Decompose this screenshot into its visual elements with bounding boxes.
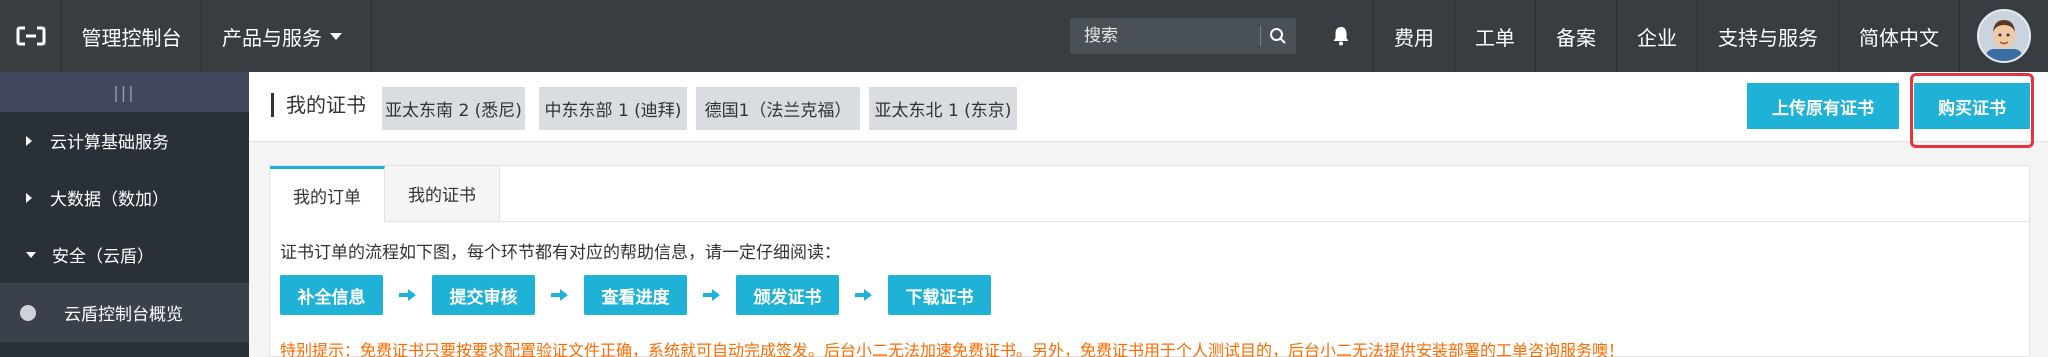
orders-panel: 我的订单 我的证书 证书订单的流程如下图，每个环节都有对应的帮助信息，请一定仔细… <box>269 165 2030 357</box>
page-title: 我的证书 <box>271 93 366 117</box>
nav-icp-filing[interactable]: 备案 <box>1536 0 1617 72</box>
special-notice-text: 特别提示：免费证书只要按要求配置验证文件正确，系统就可自动完成签发。后台小二无法… <box>280 341 1625 357</box>
process-steps: 补全信息 提交审核 查看进度 颁发证书 下载证书 <box>280 275 991 315</box>
sidebar-item-label: 云计算基础服务 <box>50 133 169 153</box>
region-tab-frankfurt[interactable]: 德国1（法兰克福） <box>696 87 860 130</box>
tab-my-orders[interactable]: 我的订单 <box>270 166 385 222</box>
sidebar-collapse-toggle[interactable]: ||| <box>0 72 249 112</box>
nav-tickets[interactable]: 工单 <box>1455 0 1536 72</box>
sidebar: ||| 云计算基础服务 大数据（数加） 安全（云盾） 云盾控制台概览 <box>0 72 249 357</box>
buy-certificate-button[interactable]: 购买证书 <box>1914 83 2030 129</box>
aliyun-logo-icon[interactable] <box>0 0 62 72</box>
caret-right-icon <box>26 192 32 203</box>
step-download-certificate-button[interactable]: 下载证书 <box>888 275 991 315</box>
arrow-right-icon <box>687 289 736 301</box>
tab-my-certificates[interactable]: 我的证书 <box>385 166 500 222</box>
console-link[interactable]: 管理控制台 <box>62 0 202 72</box>
page-header: 我的证书 亚太东南 2 (悉尼) 中东东部 1 (迪拜) 德国1（法兰克福） 亚… <box>249 72 2048 142</box>
user-menu[interactable] <box>1960 0 2048 72</box>
step-submit-review-button[interactable]: 提交审核 <box>432 275 535 315</box>
search-box <box>1070 18 1296 54</box>
nav-enterprise[interactable]: 企业 <box>1617 0 1698 72</box>
upload-certificate-button[interactable]: 上传原有证书 <box>1747 83 1899 129</box>
tabs-divider <box>500 221 2030 222</box>
region-tab-sydney[interactable]: 亚太东南 2 (悉尼) <box>382 87 525 130</box>
arrow-right-icon <box>535 289 584 301</box>
nav-language[interactable]: 简体中文 <box>1839 0 1960 72</box>
step-check-progress-button[interactable]: 查看进度 <box>584 275 687 315</box>
search-area <box>1070 0 1308 72</box>
nav-billing[interactable]: 费用 <box>1374 0 1455 72</box>
user-avatar[interactable] <box>1977 9 2031 63</box>
caret-right-icon <box>26 135 32 146</box>
search-input[interactable] <box>1070 26 1260 46</box>
panel-tabs: 我的订单 我的证书 <box>270 166 500 222</box>
sidebar-item-security[interactable]: 安全（云盾） <box>0 226 249 283</box>
bell-icon[interactable] <box>1308 0 1374 72</box>
sidebar-subitem-overview[interactable]: 云盾控制台概览 <box>0 283 249 342</box>
region-tab-dubai[interactable]: 中东东部 1 (迪拜) <box>539 87 687 130</box>
step-issue-certificate-button[interactable]: 颁发证书 <box>736 275 839 315</box>
caret-down-icon <box>26 251 36 258</box>
sidebar-item-big-data[interactable]: 大数据（数加） <box>0 169 249 226</box>
arrow-right-icon <box>839 289 888 301</box>
chevron-down-icon <box>330 32 342 40</box>
step-complete-info-button[interactable]: 补全信息 <box>280 275 383 315</box>
nav-support[interactable]: 支持与服务 <box>1698 0 1839 72</box>
sidebar-item-label: 安全（云盾） <box>52 247 154 267</box>
sidebar-item-label: 大数据（数加） <box>50 190 169 210</box>
arrow-right-icon <box>383 289 432 301</box>
circle-icon <box>20 304 36 321</box>
top-navbar: 管理控制台 产品与服务 费用 工单 备案 企业 支持与服务 简体中文 <box>0 0 2048 72</box>
search-icon[interactable] <box>1261 18 1296 54</box>
products-menu-label: 产品与服务 <box>222 25 322 50</box>
region-tab-tokyo[interactable]: 亚太东北 1 (东京) <box>869 87 1017 130</box>
sidebar-subitem-label: 云盾控制台概览 <box>64 305 183 325</box>
process-intro-text: 证书订单的流程如下图，每个环节都有对应的帮助信息，请一定仔细阅读： <box>280 243 841 263</box>
products-menu[interactable]: 产品与服务 <box>202 0 372 72</box>
sidebar-item-cloud-computing[interactable]: 云计算基础服务 <box>0 112 249 169</box>
